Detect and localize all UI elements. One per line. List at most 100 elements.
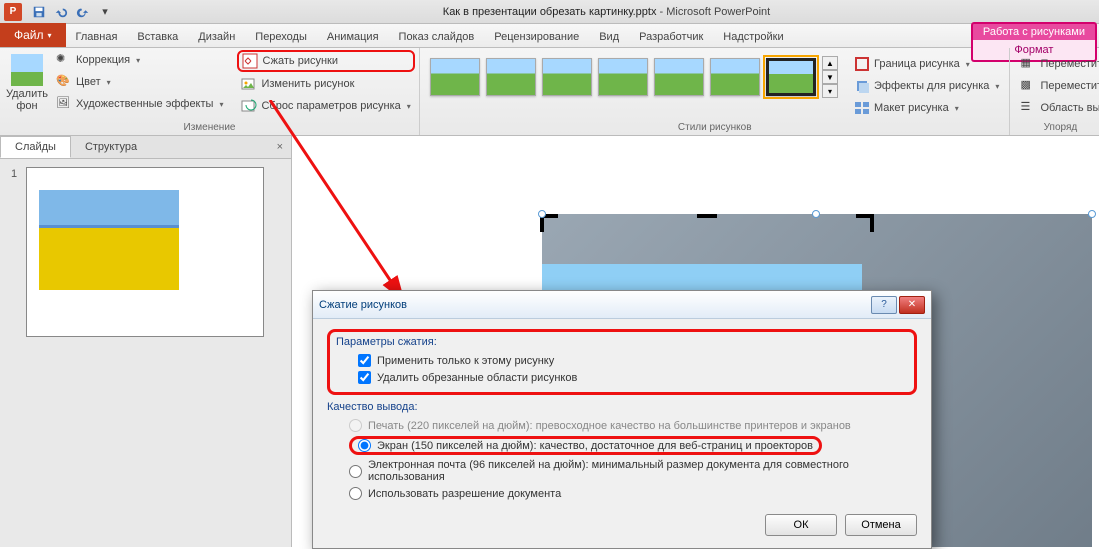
remove-background-button[interactable]: Удалить фон [6,50,48,120]
quality-label: Качество вывода: [327,401,917,413]
picture-layout-button[interactable]: Макет рисунка [850,98,1003,118]
quality-email-radio[interactable] [349,465,362,478]
gallery-up-icon[interactable]: ▲ [822,56,838,70]
tab-transitions[interactable]: Переходы [245,27,317,47]
quality-print-row: Печать (220 пикселей на дюйм): превосход… [327,417,917,434]
close-panel-icon[interactable]: × [269,141,291,153]
group-adjust-label: Изменение [6,120,413,135]
effects-icon [854,78,870,94]
picture-effects-button[interactable]: Эффекты для рисунка [850,76,1003,96]
style-thumb[interactable] [598,58,648,96]
quality-document-label: Использовать разрешение документа [368,488,561,500]
remove-bg-icon [11,54,43,86]
tab-view[interactable]: Вид [589,27,629,47]
title-bar: P ▾ Как в презентации обрезать картинку.… [0,0,1099,24]
quality-document-radio[interactable] [349,487,362,500]
undo-icon[interactable] [52,3,70,21]
color-button[interactable]: 🎨 Цвет [52,72,227,92]
app-icon: P [4,3,22,21]
corrections-icon: ✺ [56,52,72,68]
cancel-button[interactable]: Отмена [845,514,917,536]
ok-button[interactable]: ОК [765,514,837,536]
quick-access-toolbar: ▾ [30,3,114,21]
artistic-effects-button[interactable]: 🖼 Художественные эффекты [52,94,227,114]
send-backward-icon: ▩ [1020,78,1036,94]
tab-file[interactable]: Файл [0,23,66,47]
dialog-titlebar[interactable]: Сжатие рисунков ? ✕ [313,291,931,319]
border-icon [854,56,870,72]
group-styles-label: Стили рисунков [426,120,1003,135]
group-arrange: ▦ Переместить вп ▩ Переместить на ☰ Обла… [1010,48,1099,135]
selection-handle[interactable] [538,210,546,218]
apply-only-label: Применить только к этому рисунку [377,355,554,367]
gallery-down-icon[interactable]: ▼ [822,70,838,84]
tab-developer[interactable]: Разработчик [629,27,713,47]
save-icon[interactable] [30,3,48,21]
apply-only-checkbox[interactable] [358,354,371,367]
slides-list[interactable]: 1 [0,159,291,547]
bring-forward-button[interactable]: ▦ Переместить вп [1016,54,1099,74]
quality-screen-radio[interactable] [358,439,371,452]
style-thumb[interactable] [430,58,480,96]
tab-outline[interactable]: Структура [71,137,151,157]
tab-animations[interactable]: Анимация [317,27,389,47]
color-icon: 🎨 [56,74,72,90]
quality-email-label: Электронная почта (96 пикселей на дюйм):… [368,459,917,483]
gallery-more-icon[interactable]: ▾ [822,84,838,98]
dialog-body: Параметры сжатия: Применить только к это… [313,319,931,548]
style-thumb[interactable] [486,58,536,96]
app-name: Microsoft PowerPoint [666,6,770,18]
bring-forward-icon: ▦ [1020,56,1036,72]
selection-pane-icon: ☰ [1020,100,1036,116]
corrections-button[interactable]: ✺ Коррекция [52,50,227,70]
style-thumb-selected[interactable] [766,58,816,96]
quality-print-label: Печать (220 пикселей на дюйм): превосход… [368,420,851,432]
delete-cropped-checkbox[interactable] [358,371,371,384]
reset-icon [241,98,257,114]
reset-picture-button[interactable]: Сброс параметров рисунка [237,96,414,116]
slides-panel-tabs: Слайды Структура × [0,136,291,159]
selection-handle[interactable] [1088,210,1096,218]
ribbon-tabs: Файл Главная Вставка Дизайн Переходы Ани… [0,24,1099,48]
qat-more-icon[interactable]: ▾ [96,3,114,21]
layout-icon [854,100,870,116]
style-thumb[interactable] [542,58,592,96]
group-picture-styles: ▲ ▼ ▾ Граница рисунка Эффекты для рисунк [420,48,1010,135]
group-arrange-label: Упоряд [1016,120,1099,135]
selection-handle[interactable] [812,210,820,218]
quality-email-row[interactable]: Электронная почта (96 пикселей на дюйм):… [327,457,917,485]
tab-design[interactable]: Дизайн [188,27,245,47]
tab-review[interactable]: Рецензирование [484,27,589,47]
picture-border-button[interactable]: Граница рисунка [850,54,1003,74]
compress-pictures-button[interactable]: Сжать рисунки [237,50,414,72]
style-thumb[interactable] [654,58,704,96]
send-backward-button[interactable]: ▩ Переместить на [1016,76,1099,96]
dialog-help-button[interactable]: ? [871,296,897,314]
gallery-scroll[interactable]: ▲ ▼ ▾ [822,56,838,98]
tab-slides[interactable]: Слайды [0,136,71,158]
tab-addins[interactable]: Надстройки [713,27,793,47]
document-filename: Как в презентации обрезать картинку.pptx [443,6,657,18]
params-label: Параметры сжатия: [336,336,908,348]
quality-document-row[interactable]: Использовать разрешение документа [327,485,917,502]
change-picture-button[interactable]: Изменить рисунок [237,74,414,94]
delete-cropped-checkbox-row[interactable]: Удалить обрезанные области рисунков [336,369,908,386]
tab-home[interactable]: Главная [66,27,128,47]
compression-options-group: Параметры сжатия: Применить только к это… [327,329,917,395]
apply-only-checkbox-row[interactable]: Применить только к этому рисунку [336,352,908,369]
change-picture-icon [241,76,257,92]
quality-screen-row[interactable]: Экран (150 пикселей на дюйм): качество, … [327,434,917,457]
slide-thumbnail[interactable]: 1 [26,167,264,337]
redo-icon[interactable] [74,3,92,21]
dialog-title: Сжатие рисунков [319,299,407,311]
tab-insert[interactable]: Вставка [127,27,188,47]
compress-icon [242,53,258,69]
selection-pane-button[interactable]: ☰ Область выдел [1016,98,1099,118]
style-thumb[interactable] [710,58,760,96]
slide-number: 1 [11,168,17,180]
compress-pictures-dialog: Сжатие рисунков ? ✕ Параметры сжатия: Пр… [312,290,932,549]
tab-slideshow[interactable]: Показ слайдов [389,27,485,47]
slide-thumb-image [39,190,179,290]
picture-style-gallery[interactable]: ▲ ▼ ▾ [426,50,842,98]
dialog-close-button[interactable]: ✕ [899,296,925,314]
